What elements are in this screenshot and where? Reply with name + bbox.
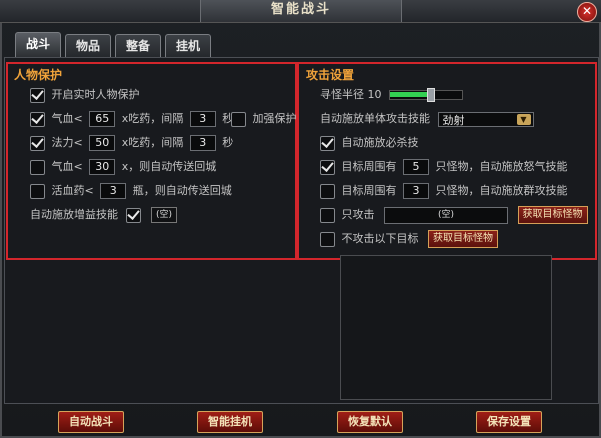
- tab-fight[interactable]: 战斗: [15, 32, 61, 57]
- only-attack-checkbox[interactable]: [320, 207, 335, 223]
- potion-return-suffix: 瓶，则自动传送回城: [132, 184, 232, 197]
- buff-skill-selector[interactable]: (空): [151, 207, 177, 223]
- single-skill-select[interactable]: 劲射 ▼: [437, 111, 534, 127]
- hp-potion-middle-text: x吃药，间隔: [121, 112, 184, 125]
- mp-potion-row: 法力< 50 x吃药，间隔 3 秒: [30, 134, 233, 152]
- potion-return-label: 活血药<: [51, 184, 94, 197]
- hp-return-input[interactable]: 30: [89, 159, 116, 175]
- mp-threshold-input[interactable]: 50: [89, 135, 116, 151]
- rage-skill-suffix: 只怪物，自动施放怒气技能: [435, 160, 568, 173]
- potion-return-checkbox[interactable]: [30, 183, 45, 199]
- hp-threshold-input[interactable]: 65: [89, 111, 116, 127]
- single-skill-row: 自动施放单体攻击技能 劲射 ▼: [320, 110, 534, 128]
- search-radius-fill: [390, 92, 430, 97]
- strengthen-protection-label: 加强保护: [252, 112, 297, 125]
- buff-skill-row: 自动施放增益技能 (空): [30, 206, 177, 224]
- mp-interval-input[interactable]: 3: [189, 135, 216, 151]
- buff-skill-checkbox[interactable]: [125, 207, 141, 223]
- strengthen-protection-checkbox[interactable]: [231, 111, 246, 127]
- ultimate-row: 自动施放必杀技: [320, 134, 419, 152]
- not-attack-checkbox[interactable]: [320, 231, 335, 247]
- only-attack-get-target-button[interactable]: 获取目标怪物: [517, 206, 588, 224]
- restore-default-button[interactable]: 恢复默认: [337, 411, 403, 433]
- potion-return-input[interactable]: 3: [100, 183, 127, 199]
- rage-skill-row: 目标周围有 5 只怪物，自动施放怒气技能: [320, 158, 568, 176]
- search-radius-value: 10: [367, 88, 382, 101]
- single-skill-value: 劲射: [442, 113, 465, 127]
- hp-return-label: 气血<: [51, 160, 83, 173]
- ultimate-label: 自动施放必杀技: [341, 136, 419, 149]
- group-skill-row: 目标周围有 3 只怪物，自动施放群攻技能: [320, 182, 568, 200]
- mp-interval-unit: 秒: [222, 136, 234, 149]
- hp-interval-input[interactable]: 3: [189, 111, 216, 127]
- buff-skill-label: 自动施放增益技能: [30, 208, 118, 221]
- window-title: 智能战斗: [200, 0, 402, 22]
- excluded-targets-list[interactable]: [340, 255, 552, 400]
- hp-return-suffix: x，则自动传送回城: [121, 160, 217, 173]
- search-radius-slider[interactable]: [389, 88, 463, 102]
- search-radius-row: 寻怪半径 10: [320, 86, 463, 104]
- auto-fight-button[interactable]: 自动战斗: [58, 411, 124, 433]
- group-skill-prefix: 目标周围有: [341, 184, 397, 197]
- ultimate-checkbox[interactable]: [320, 135, 335, 151]
- mp-potion-checkbox[interactable]: [30, 135, 45, 151]
- tab-prepare[interactable]: 整备: [115, 34, 161, 57]
- hp-potion-checkbox[interactable]: [30, 111, 45, 127]
- hp-potion-label: 气血<: [51, 112, 83, 125]
- single-skill-label: 自动施放单体攻击技能: [320, 112, 430, 125]
- group-skill-count-input[interactable]: 3: [403, 183, 429, 199]
- chevron-down-icon[interactable]: ▼: [516, 113, 531, 125]
- smart-hangup-button[interactable]: 智能挂机: [197, 411, 263, 433]
- title-bar: 智能战斗 ✕: [0, 0, 601, 23]
- character-protection-title: 人物保护: [14, 68, 63, 82]
- strengthen-protection-row: 加强保护: [231, 110, 297, 128]
- only-attack-target-field[interactable]: (空): [384, 206, 508, 224]
- tab-items[interactable]: 物品: [65, 34, 111, 57]
- not-attack-get-target-button[interactable]: 获取目标怪物: [428, 230, 498, 248]
- not-attack-row: 不攻击以下目标 获取目标怪物: [320, 230, 498, 248]
- hp-return-row: 气血< 30 x，则自动传送回城: [30, 158, 216, 176]
- rage-skill-count-input[interactable]: 5: [403, 159, 429, 175]
- group-skill-checkbox[interactable]: [320, 183, 335, 199]
- close-icon[interactable]: ✕: [577, 2, 597, 22]
- rage-skill-checkbox[interactable]: [320, 159, 335, 175]
- not-attack-label: 不攻击以下目标: [341, 232, 419, 245]
- potion-return-row: 活血药< 3 瓶，则自动传送回城: [30, 182, 232, 200]
- realtime-protection-label: 开启实时人物保护: [51, 88, 140, 101]
- realtime-protection-checkbox[interactable]: [30, 87, 45, 103]
- group-skill-suffix: 只怪物，自动施放群攻技能: [435, 184, 568, 197]
- hp-potion-row: 气血< 65 x吃药，间隔 3 秒: [30, 110, 233, 128]
- hp-return-checkbox[interactable]: [30, 159, 45, 175]
- only-attack-label: 只攻击: [341, 208, 375, 221]
- only-attack-row: 只攻击 (空) 获取目标怪物: [320, 206, 588, 224]
- search-radius-label: 寻怪半径: [320, 88, 364, 101]
- realtime-protection-row: 开启实时人物保护: [30, 86, 140, 104]
- save-settings-button[interactable]: 保存设置: [476, 411, 542, 433]
- mp-potion-middle-text: x吃药，间隔: [121, 136, 184, 149]
- mp-potion-label: 法力<: [51, 136, 83, 149]
- tab-hangup[interactable]: 挂机: [165, 34, 211, 57]
- search-radius-knob[interactable]: [427, 88, 435, 102]
- rage-skill-prefix: 目标周围有: [341, 160, 397, 173]
- attack-settings-title: 攻击设置: [306, 68, 355, 82]
